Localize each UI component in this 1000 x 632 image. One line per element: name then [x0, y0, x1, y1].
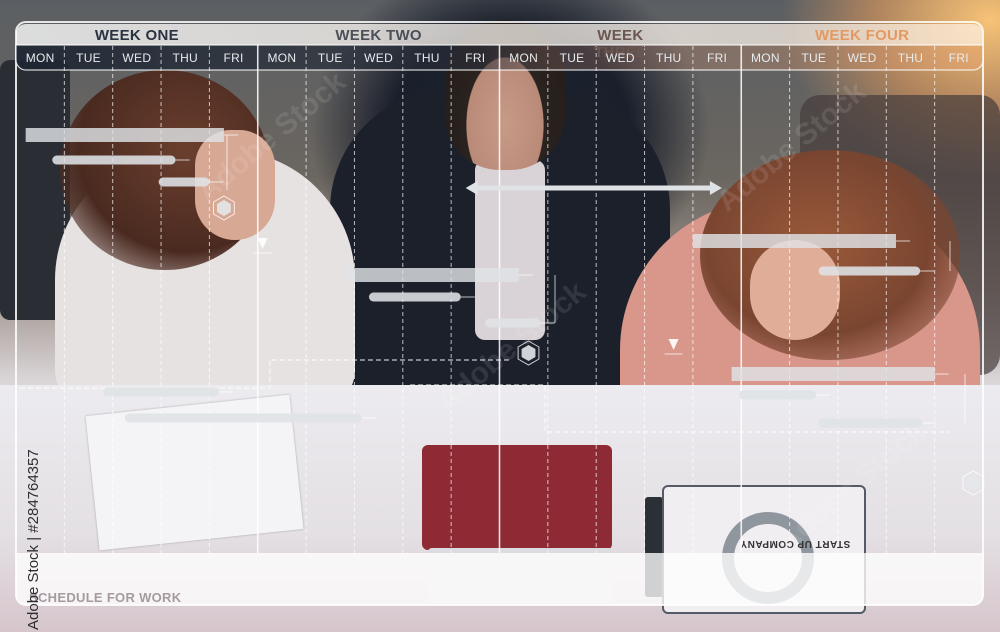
- day-label: FRI: [223, 51, 244, 65]
- start-marker-triangle: [668, 339, 679, 350]
- task-bar: [344, 268, 519, 282]
- day-label: WED: [364, 51, 394, 65]
- day-label: FRI: [465, 51, 486, 65]
- week-title: WEEK TWO: [335, 27, 422, 44]
- task-bar: [484, 318, 541, 328]
- task-bar: [103, 387, 220, 397]
- day-label: TUE: [76, 51, 101, 65]
- milestone-hexagon: [966, 475, 981, 491]
- task-bar: [731, 367, 935, 381]
- dashed-link: [20, 359, 512, 389]
- task-bar: [692, 234, 896, 248]
- day-label: FRI: [948, 51, 969, 65]
- task-bar: [124, 413, 362, 423]
- gantt-overlay: WEEK ONE WEEK TWO WEEK THREE WEEK FOUR MON T…: [0, 0, 1000, 632]
- day-label: TUE: [317, 51, 343, 65]
- day-label: TUE: [801, 51, 827, 65]
- task-bar: [368, 292, 461, 302]
- day-label: FRI: [706, 51, 728, 65]
- span-arrow-right-head: [709, 181, 722, 195]
- task-bar: [818, 418, 923, 428]
- week-title: WEEK ONE: [94, 27, 179, 44]
- day-label: WED: [122, 51, 152, 65]
- day-label: THU: [655, 51, 682, 65]
- week-title: WEEK FOUR: [814, 27, 910, 44]
- start-marker-triangle: [257, 238, 268, 249]
- task-bar: [25, 128, 224, 142]
- day-label: THU: [414, 51, 440, 65]
- stock-id-watermark: Adobe Stock | #284764357: [25, 449, 42, 630]
- day-label: MON: [25, 51, 55, 65]
- day-label: THU: [897, 51, 924, 65]
- milestone-hexagon: [521, 345, 536, 361]
- day-label: WED: [847, 51, 877, 65]
- schedule-footer-label: SCHEDULE FOR WORK: [29, 590, 182, 605]
- day-label: THU: [172, 51, 198, 65]
- task-bar: [738, 390, 817, 400]
- day-label: WED: [605, 51, 635, 65]
- task-bar: [818, 266, 921, 276]
- span-arrow-left-head: [465, 181, 478, 195]
- milestone-hexagon: [216, 200, 231, 216]
- task-bar: [52, 155, 176, 165]
- day-label: MON: [267, 51, 297, 65]
- task-bar: [158, 177, 210, 187]
- day-label: MON: [750, 51, 780, 65]
- day-label: MON: [509, 51, 539, 65]
- gantt-chart: [15, 21, 985, 606]
- day-label: TUE: [559, 51, 585, 65]
